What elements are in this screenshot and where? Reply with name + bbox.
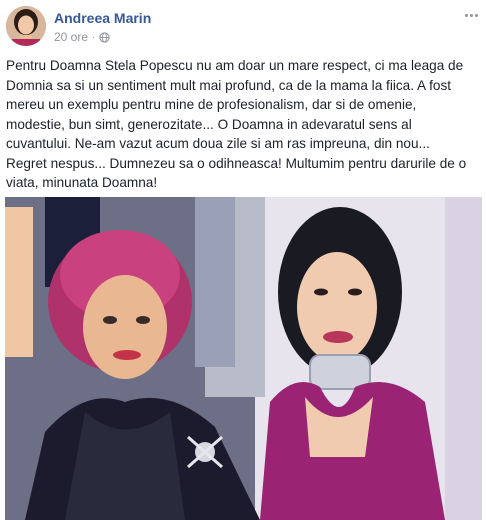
post-meta: 20 ore · [54,30,111,44]
post-header: Andreea Marin 20 ore · [6,6,480,48]
globe-icon[interactable] [99,31,111,43]
author-name[interactable]: Andreea Marin [54,10,151,26]
photo-illustration [5,197,482,520]
post-text: Pentru Doamna Stela Popescu nu am doar u… [6,58,467,190]
more-options-icon[interactable] [462,8,480,22]
author-avatar[interactable] [6,6,46,46]
avatar-image [6,6,46,46]
meta-separator: · [92,31,96,43]
facebook-post: Andreea Marin 20 ore · Pentru Doamna Ste… [0,0,486,520]
post-timestamp[interactable]: 20 ore [54,30,88,44]
post-photo[interactable] [5,197,482,520]
